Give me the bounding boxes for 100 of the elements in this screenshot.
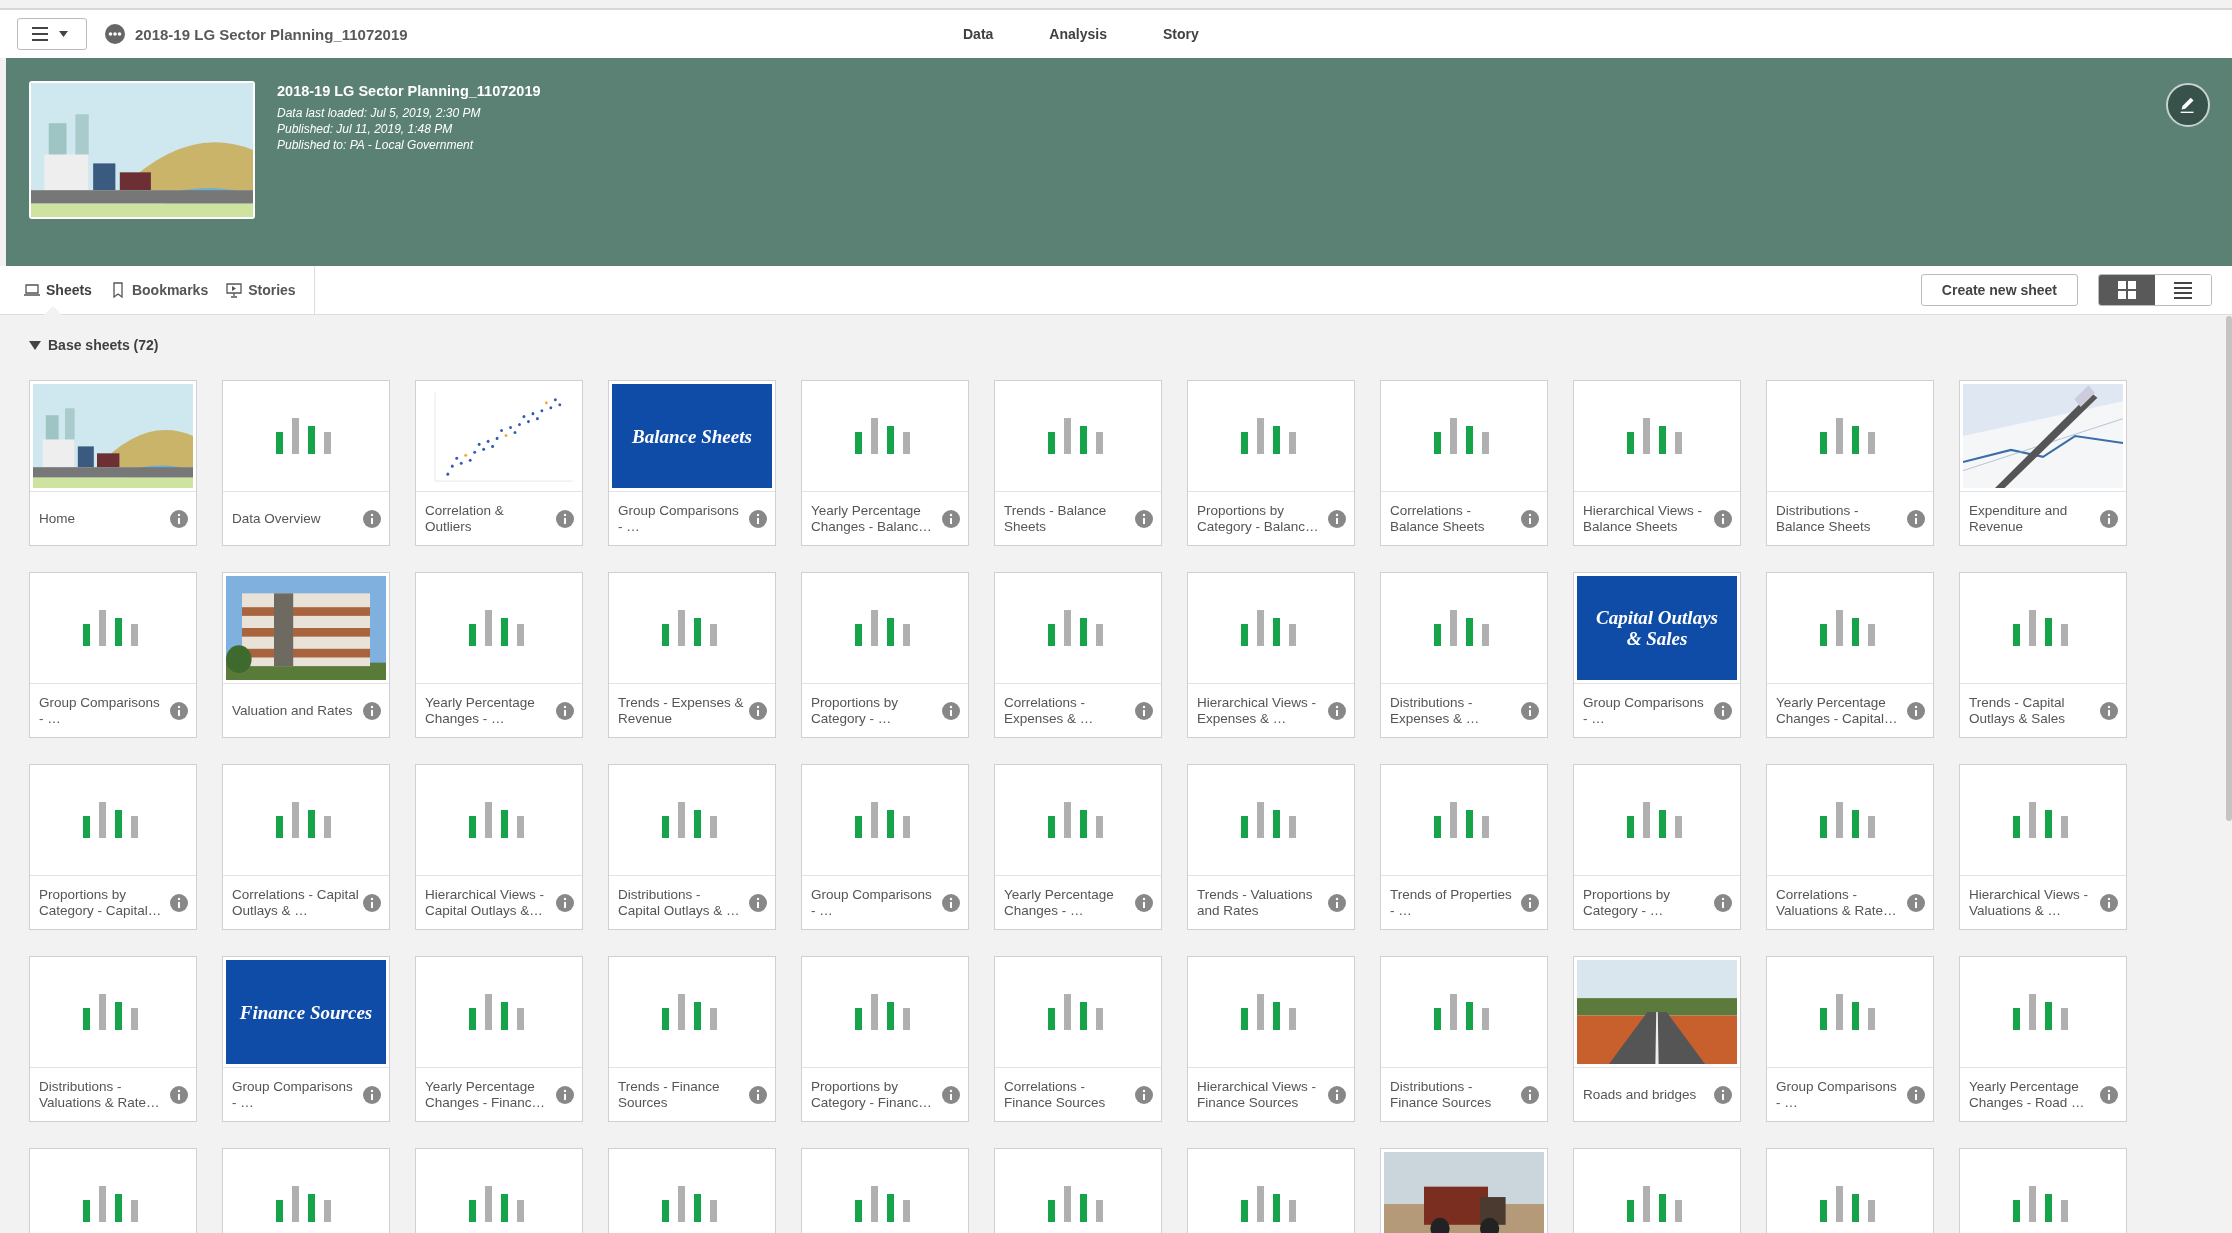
sheet-card[interactable]: Correlations - Balance Sheets — [1380, 380, 1548, 546]
info-icon[interactable] — [2100, 1085, 2118, 1104]
info-icon[interactable] — [942, 1085, 960, 1104]
info-icon[interactable] — [1521, 893, 1539, 912]
info-icon[interactable] — [1714, 509, 1732, 528]
sheet-card[interactable]: Yearly Percentage Changes - Capital… — [1766, 572, 1934, 738]
info-icon[interactable] — [556, 893, 574, 912]
info-icon[interactable] — [1714, 701, 1732, 720]
info-icon[interactable] — [1907, 1085, 1925, 1104]
info-icon[interactable] — [1135, 893, 1153, 912]
tab[interactable]: Bookmarks — [105, 266, 213, 314]
nav-tab[interactable]: Analysis — [1041, 22, 1115, 46]
nav-tab[interactable]: Story — [1154, 22, 1207, 46]
info-icon[interactable] — [363, 893, 381, 912]
info-icon[interactable] — [2100, 509, 2118, 528]
sheet-card[interactable]: Yearly Percentage Changes - Financ… — [415, 956, 583, 1122]
menu-button[interactable] — [17, 18, 87, 50]
sheet-card[interactable]: Proportions by Category - … — [1573, 764, 1741, 930]
sheet-card[interactable]: Trends - Valuations and Rates — [1187, 764, 1355, 930]
info-icon[interactable] — [942, 701, 960, 720]
sheet-card[interactable]: Valuation and Rates — [222, 572, 390, 738]
caret-icon[interactable] — [29, 340, 41, 350]
info-icon[interactable] — [749, 893, 767, 912]
info-icon[interactable] — [556, 509, 574, 528]
info-icon[interactable] — [1328, 701, 1346, 720]
scrollbar[interactable] — [2226, 316, 2232, 821]
sheet-card[interactable]: Capital Outlays & Sales Group Comparisons - … — [1573, 572, 1741, 738]
info-icon[interactable] — [942, 893, 960, 912]
info-icon[interactable] — [363, 701, 381, 720]
sheet-card[interactable]: Proportions by Category - Financ… — [801, 956, 969, 1122]
info-icon[interactable] — [1521, 1085, 1539, 1104]
sheet-card[interactable]: Yearly Percentage Changes - Balanc… — [801, 380, 969, 546]
sheet-card[interactable]: Trends - Finance Sources — [608, 956, 776, 1122]
sheet-card[interactable]: Distributions - Finance Sources — [1380, 956, 1548, 1122]
info-icon[interactable] — [1714, 1085, 1732, 1104]
sheet-card[interactable]: Proportions by Category - Capital… — [29, 764, 197, 930]
info-icon[interactable] — [1907, 893, 1925, 912]
info-icon[interactable] — [942, 509, 960, 528]
info-icon[interactable] — [170, 893, 188, 912]
sheet-card[interactable]: Yearly Percentage Changes - … — [415, 572, 583, 738]
sheet-card[interactable]: Yearly Percentage Changes - Road … — [1959, 956, 2127, 1122]
info-icon[interactable] — [749, 701, 767, 720]
sheet-card[interactable]: Trends of Properties - … — [1380, 764, 1548, 930]
sheet-card[interactable]: Hierarchical Views - Valuations & … — [1959, 764, 2127, 930]
sheet-card[interactable]: Proportions by Category - Balanc… — [1187, 380, 1355, 546]
tab[interactable]: Sheets — [20, 266, 96, 314]
info-icon[interactable] — [1907, 509, 1925, 528]
info-icon[interactable] — [2100, 701, 2118, 720]
info-icon[interactable] — [1714, 893, 1732, 912]
sheet-card[interactable]: Correlations - Expenses & … — [994, 572, 1162, 738]
sheet-card[interactable]: Data Overview — [222, 380, 390, 546]
info-icon[interactable] — [1328, 1085, 1346, 1104]
sheet-card[interactable]: Trends - Capital Outlays & Sales — [1959, 572, 2127, 738]
info-icon[interactable] — [1328, 509, 1346, 528]
info-icon[interactable] — [1907, 701, 1925, 720]
sheet-card[interactable]: Group Comparisons - … — [29, 572, 197, 738]
info-icon[interactable] — [1135, 1085, 1153, 1104]
info-icon[interactable] — [749, 1085, 767, 1104]
sheet-card[interactable]: Correlations - Capital Outlays & … — [222, 764, 390, 930]
tab[interactable]: Stories — [222, 266, 300, 314]
sheet-card[interactable]: Balance Sheets Group Comparisons - … — [608, 380, 776, 546]
sheet-card[interactable]: Group Comparisons - … — [1766, 956, 1934, 1122]
create-sheet-button[interactable]: Create new sheet — [1920, 274, 2078, 306]
sheet-card[interactable]: Correlations - Valuations & Rate… — [1766, 764, 1934, 930]
info-icon[interactable] — [2100, 893, 2118, 912]
info-icon[interactable] — [170, 1085, 188, 1104]
info-icon[interactable] — [1135, 509, 1153, 528]
sheet-card[interactable]: Hierarchical Views - Capital Outlays &… — [415, 764, 583, 930]
nav-tab[interactable]: Data — [955, 22, 1002, 46]
info-icon[interactable] — [1328, 893, 1346, 912]
sheet-card[interactable]: Hierarchical Views - Expenses & … — [1187, 572, 1355, 738]
info-icon[interactable] — [556, 701, 574, 720]
info-icon[interactable] — [1521, 701, 1539, 720]
info-icon[interactable] — [1135, 701, 1153, 720]
info-icon[interactable] — [170, 509, 188, 528]
sheet-card[interactable]: Roads and bridges — [1573, 956, 1741, 1122]
sheet-card[interactable]: Distributions - Valuations & Rate… — [29, 956, 197, 1122]
sheet-card[interactable]: Expenditure and Revenue — [1959, 380, 2127, 546]
sheet-card[interactable]: Group Comparisons - … — [801, 764, 969, 930]
sheet-card[interactable]: Distributions - Capital Outlays & … — [608, 764, 776, 930]
sheet-card[interactable]: Distributions - Expenses & … — [1380, 572, 1548, 738]
sheet-card[interactable]: Hierarchical Views - Finance Sources — [1187, 956, 1355, 1122]
sheet-card[interactable]: Distributions - Balance Sheets — [1766, 380, 1934, 546]
sheet-card[interactable]: Hierarchical Views - Balance Sheets — [1573, 380, 1741, 546]
grid-view-button[interactable] — [2099, 275, 2155, 305]
info-icon[interactable] — [749, 509, 767, 528]
sheet-card[interactable]: Yearly Percentage Changes - … — [994, 764, 1162, 930]
sheet-card[interactable]: Home — [29, 380, 197, 546]
edit-button[interactable] — [2166, 83, 2210, 127]
sheet-card[interactable]: Trends - Balance Sheets — [994, 380, 1162, 546]
info-icon[interactable] — [556, 1085, 574, 1104]
sheet-card[interactable]: Finance Sources Group Comparisons - … — [222, 956, 390, 1122]
info-icon[interactable] — [170, 701, 188, 720]
sheet-card[interactable]: Correlation & Outliers — [415, 380, 583, 546]
sheet-card[interactable]: Trends - Expenses & Revenue — [608, 572, 776, 738]
sheet-card[interactable]: Correlations - Finance Sources — [994, 956, 1162, 1122]
sheet-card[interactable]: Proportions by Category - … — [801, 572, 969, 738]
info-icon[interactable] — [363, 1085, 381, 1104]
info-icon[interactable] — [363, 509, 381, 528]
info-icon[interactable] — [1521, 509, 1539, 528]
